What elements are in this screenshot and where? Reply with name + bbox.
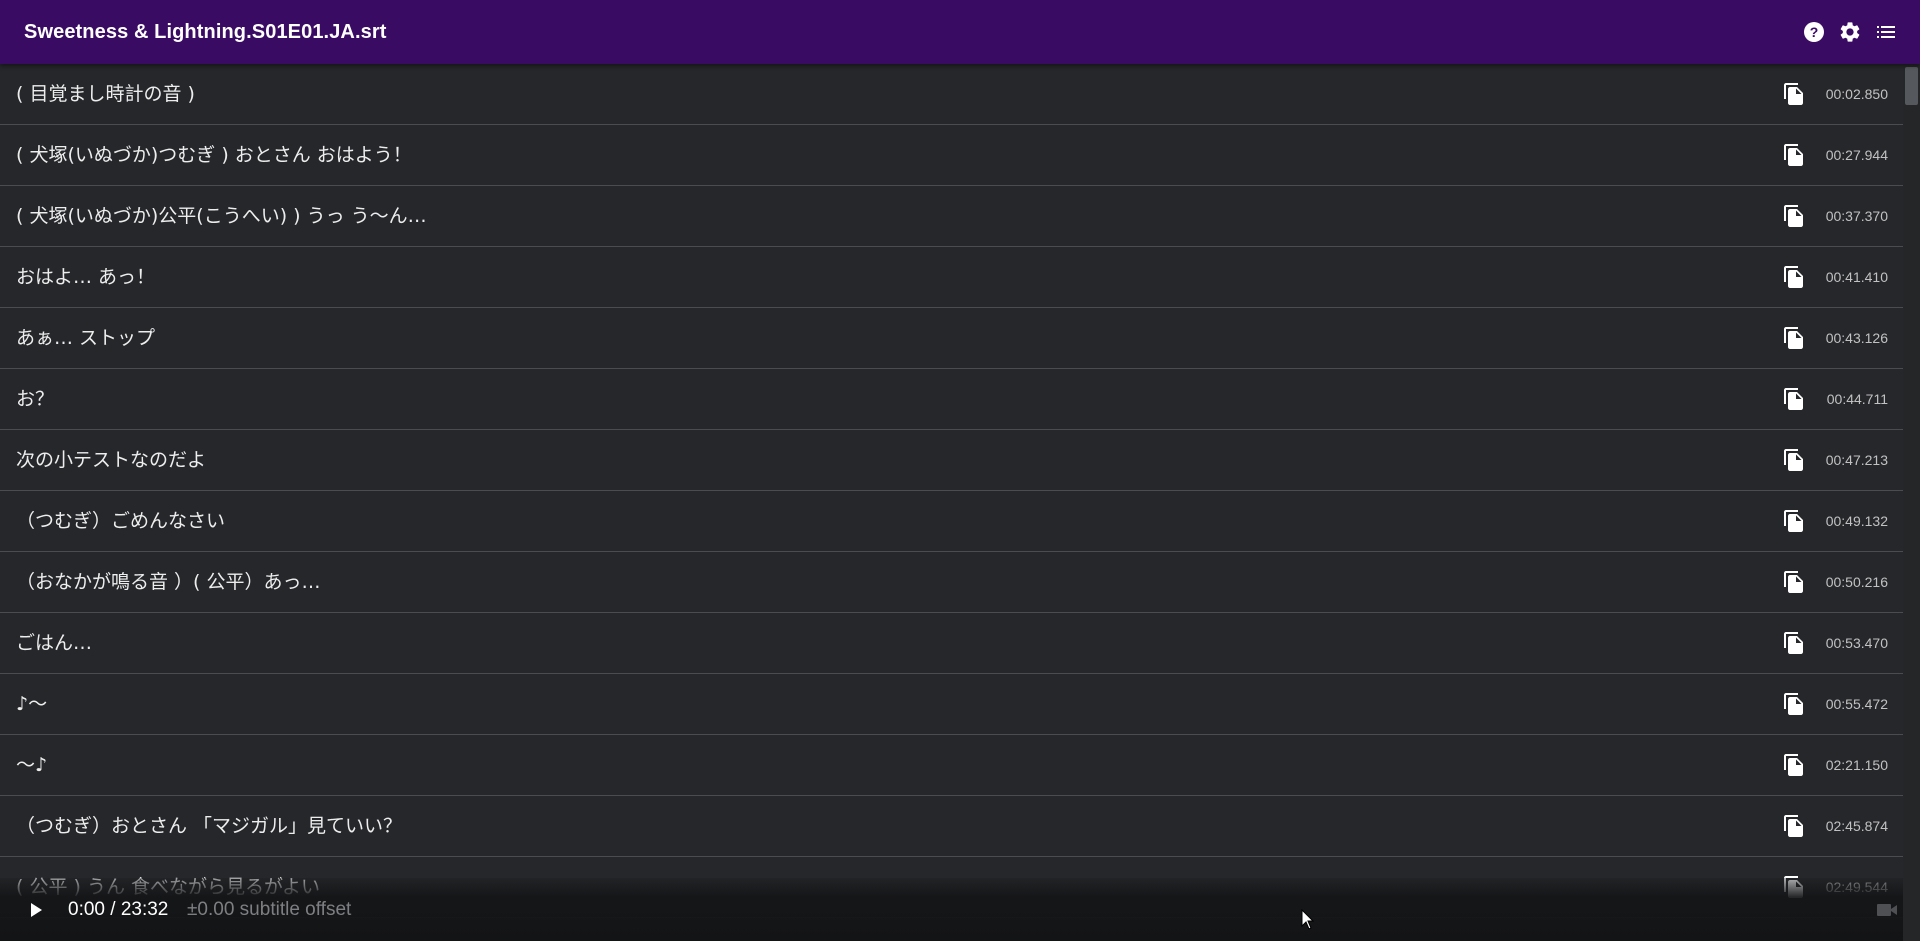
- subtitle-timestamp[interactable]: 00:47.213: [1826, 430, 1888, 490]
- subtitle-timestamp[interactable]: 00:27.944: [1826, 125, 1888, 185]
- video-camera-icon[interactable]: [1876, 900, 1898, 920]
- subtitle-timestamp[interactable]: 00:50.216: [1826, 552, 1888, 612]
- copy-icon[interactable]: [1782, 204, 1806, 228]
- subtitle-row[interactable]: ( 犬塚(いぬづか)公平(こうへい) ) うっ う～ん… 00:37.370: [0, 186, 1903, 247]
- subtitle-row[interactable]: （つむぎ）ごめんなさい 00:49.132: [0, 491, 1903, 552]
- subtitle-timestamp[interactable]: 00:44.711: [1827, 369, 1888, 429]
- subtitle-timestamp[interactable]: 00:55.472: [1826, 674, 1888, 734]
- subtitle-text: 〜♪: [16, 754, 48, 776]
- copy-icon[interactable]: [1782, 509, 1806, 533]
- subtitle-list[interactable]: ( 目覚まし時計の音 ) 00:02.850( 犬塚(いぬづか)つむぎ ) おとさ…: [0, 64, 1903, 941]
- play-button[interactable]: [23, 898, 47, 922]
- list-icon[interactable]: [1874, 20, 1898, 44]
- subtitle-text: ( 犬塚(いぬづか)つむぎ ) おとさん おはよう！: [16, 144, 412, 166]
- subtitle-timestamp[interactable]: 00:53.470: [1826, 613, 1888, 673]
- scrollbar[interactable]: [1903, 64, 1920, 941]
- help-icon[interactable]: ?: [1802, 20, 1826, 44]
- video-player-bar: 0:00 / 23:32 ±0.00 subtitle offset: [0, 878, 1903, 941]
- subtitle-text: （おなかが鳴る音 ）( 公平）あっ…: [16, 571, 321, 593]
- subtitle-timestamp[interactable]: 00:43.126: [1826, 308, 1888, 368]
- subtitle-row[interactable]: おはよ… あっ！ 00:41.410: [0, 247, 1903, 308]
- subtitle-text: （つむぎ）おとさん 「マジガル」見ていい？: [16, 815, 403, 837]
- subtitle-timestamp[interactable]: 00:49.132: [1826, 491, 1888, 551]
- subtitle-row[interactable]: ごはん… 00:53.470: [0, 613, 1903, 674]
- subtitle-timestamp[interactable]: 00:41.410: [1826, 247, 1888, 307]
- subtitle-timestamp[interactable]: 00:02.850: [1826, 64, 1888, 124]
- settings-icon[interactable]: [1838, 20, 1862, 44]
- subtitle-row[interactable]: あぁ… ストップ 00:43.126: [0, 308, 1903, 369]
- subtitle-text: ( 目覚まし時計の音 ): [16, 83, 195, 105]
- subtitle-text: お？: [16, 388, 55, 410]
- playback-time: 0:00 / 23:32: [68, 899, 169, 920]
- svg-text:?: ?: [1810, 24, 1819, 40]
- subtitle-text: ごはん…: [16, 632, 93, 654]
- copy-icon[interactable]: [1782, 448, 1806, 472]
- subtitle-row[interactable]: 〜♪ 02:21.150: [0, 735, 1903, 796]
- app-title: Sweetness & Lightning.S01E01.JA.srt: [24, 21, 387, 43]
- subtitle-row[interactable]: ♪〜 00:55.472: [0, 674, 1903, 735]
- copy-icon[interactable]: [1782, 326, 1806, 350]
- subtitle-timestamp[interactable]: 02:21.150: [1826, 735, 1888, 795]
- copy-icon[interactable]: [1782, 570, 1806, 594]
- app-bar-actions: ?: [1802, 20, 1898, 44]
- subtitle-text: （つむぎ）ごめんなさい: [16, 510, 226, 532]
- copy-icon[interactable]: [1782, 82, 1806, 106]
- subtitle-timestamp[interactable]: 02:45.874: [1826, 796, 1888, 856]
- scrollbar-thumb[interactable]: [1905, 67, 1918, 105]
- subtitle-text: ♪〜: [16, 693, 48, 715]
- subtitle-row[interactable]: ( 目覚まし時計の音 ) 00:02.850: [0, 64, 1903, 125]
- subtitle-row[interactable]: ( 犬塚(いぬづか)つむぎ ) おとさん おはよう！ 00:27.944: [0, 125, 1903, 186]
- app-bar: Sweetness & Lightning.S01E01.JA.srt ?: [0, 0, 1920, 64]
- copy-icon[interactable]: [1782, 387, 1806, 411]
- copy-icon[interactable]: [1782, 265, 1806, 289]
- subtitle-row[interactable]: 次の小テストなのだよ 00:47.213: [0, 430, 1903, 491]
- subtitle-text: ( 犬塚(いぬづか)公平(こうへい) ) うっ う～ん…: [16, 205, 427, 227]
- copy-icon[interactable]: [1782, 753, 1806, 777]
- subtitle-row[interactable]: お？ 00:44.711: [0, 369, 1903, 430]
- subtitle-text: あぁ… ストップ: [16, 327, 156, 349]
- copy-icon[interactable]: [1782, 143, 1806, 167]
- copy-icon[interactable]: [1782, 692, 1806, 716]
- copy-icon[interactable]: [1782, 631, 1806, 655]
- subtitle-offset[interactable]: ±0.00 subtitle offset: [187, 898, 351, 922]
- subtitle-text: おはよ… あっ！: [16, 266, 156, 288]
- subtitle-row[interactable]: （つむぎ）おとさん 「マジガル」見ていい？ 02:45.874: [0, 796, 1903, 857]
- subtitle-timestamp[interactable]: 00:37.370: [1826, 186, 1888, 246]
- subtitle-text: 次の小テストなのだよ: [16, 449, 207, 471]
- subtitle-row[interactable]: （おなかが鳴る音 ）( 公平）あっ… 00:50.216: [0, 552, 1903, 613]
- copy-icon[interactable]: [1782, 814, 1806, 838]
- mouse-cursor: [1301, 908, 1315, 931]
